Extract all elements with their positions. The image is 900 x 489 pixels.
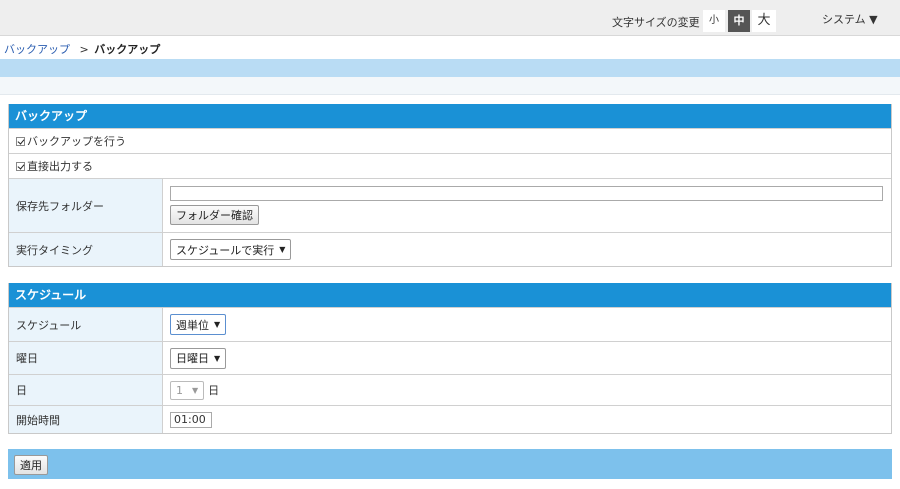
folder-label: 保存先フォルダー [9,179,163,232]
direct-output-label: 直接出力する [27,160,93,173]
breadcrumb-link[interactable]: バックアップ [4,43,70,56]
schedule-section-title: スケジュール [9,283,891,307]
breadcrumb-separator: > [79,43,89,56]
start-time-input[interactable]: 01:00 [170,411,212,428]
font-size-label: 文字サイズの変更 [612,16,700,29]
font-size-small-button[interactable]: 小 [703,10,725,32]
chevron-down-icon: ▼ [214,320,221,329]
breadcrumb-current: バックアップ [94,43,161,56]
start-time-row: 開始時間 01:00 [9,405,891,433]
folder-check-button[interactable]: フォルダー確認 [170,205,259,225]
chevron-down-icon: ▼ [192,385,199,395]
footer-bar: 適用 [8,449,892,479]
day-row: 日 1 ▼ 日 [9,374,891,405]
apply-button[interactable]: 適用 [14,455,48,475]
title-band [0,59,900,77]
weekday-row: 曜日 日曜日 ▼ [9,341,891,374]
day-select-value: 1 [176,383,183,397]
day-select[interactable]: 1 ▼ [170,380,205,400]
backup-section-title: バックアップ [9,104,891,128]
schedule-panel: スケジュール スケジュール 週単位 ▼ 曜日 日曜日 ▼ 日 1 ▼ 日 開始時… [8,283,892,434]
folder-row: 保存先フォルダー フォルダー確認 [9,178,891,232]
timing-row: 実行タイミング スケジュールで実行 ▼ [9,232,891,266]
schedule-select-value: 週単位 [176,318,209,332]
do-backup-checkbox[interactable] [16,136,25,146]
schedule-select[interactable]: 週単位 ▼ [170,314,227,335]
schedule-label: スケジュール [9,308,163,341]
font-size-large-button[interactable]: 大 [752,10,776,32]
do-backup-label: バックアップを行う [27,135,126,148]
schedule-row: スケジュール 週単位 ▼ [9,307,891,341]
start-time-label: 開始時間 [9,406,163,433]
chevron-down-icon: ▼ [214,353,221,363]
timing-select[interactable]: スケジュールで実行 ▼ [170,239,292,260]
weekday-select-value: 日曜日 [176,352,209,365]
folder-path-input[interactable] [170,186,883,201]
timing-label: 実行タイミング [9,233,163,266]
weekday-label: 曜日 [9,342,163,374]
chevron-down-icon: ▼ [279,245,286,254]
day-label: 日 [9,375,163,405]
backup-panel: バックアップ バックアップを行う 直接出力する 保存先フォルダー フォルダー確認… [8,104,892,267]
sub-band [0,77,900,95]
weekday-select[interactable]: 日曜日 ▼ [170,347,227,369]
breadcrumb: バックアップ > バックアップ [4,41,160,57]
font-size-medium-button[interactable]: 中 [728,10,750,32]
top-bar: 文字サイズの変更 小 中 大 システム ▼ [0,0,900,36]
system-menu[interactable]: システム ▼ [822,11,878,27]
direct-output-checkbox[interactable] [16,161,25,171]
day-suffix: 日 [208,384,220,397]
do-backup-row: バックアップを行う [9,128,891,153]
direct-output-row: 直接出力する [9,153,891,178]
timing-select-value: スケジュールで実行 [176,243,275,257]
